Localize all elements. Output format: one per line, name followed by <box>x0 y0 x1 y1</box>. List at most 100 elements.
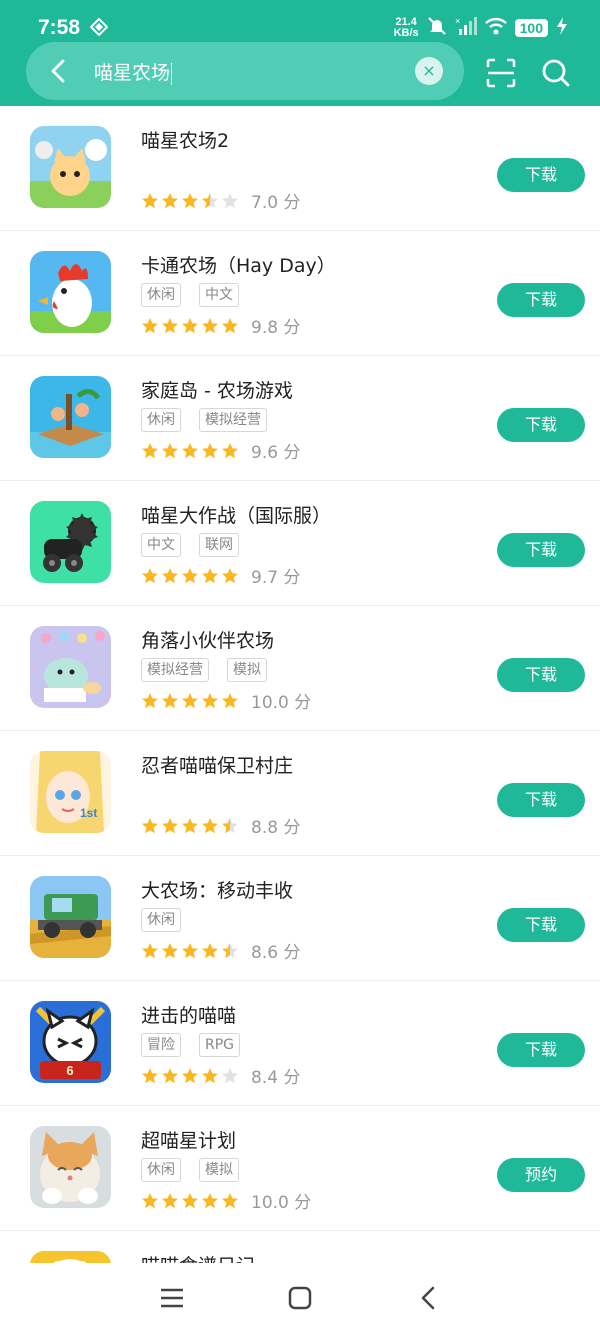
scan-icon[interactable] <box>485 57 517 89</box>
rating-score: 9.6 分 <box>251 443 301 463</box>
star-icon <box>202 192 218 208</box>
list-item[interactable]: 卡通农场（Hay Day） 休闲 中文 9.8 分 下载 <box>0 231 600 356</box>
tag-list: 模拟经营 模拟 <box>141 658 267 682</box>
app-title[interactable]: 家庭岛 - 农场游戏 <box>141 376 293 403</box>
star-icon <box>182 692 198 708</box>
app-title[interactable]: 角落小伙伴农场 <box>141 626 274 653</box>
search-icon[interactable] <box>540 57 572 89</box>
tag[interactable]: 模拟 <box>227 658 267 682</box>
notification-diamond-icon <box>89 17 109 40</box>
list-item[interactable]: 超喵星计划 休闲 模拟 10.0 分 预约 <box>0 1106 600 1231</box>
app-icon-sumikko-farm[interactable] <box>30 626 111 708</box>
square-home-icon[interactable] <box>285 1283 315 1313</box>
star-icon <box>182 1067 198 1083</box>
star-icon <box>182 317 198 333</box>
clear-search-button[interactable]: × <box>415 57 443 85</box>
star-icon <box>222 567 238 583</box>
list-item[interactable]: 6 进击的喵喵 冒险 RPG 8.4 分 下载 <box>0 981 600 1106</box>
list-item[interactable]: 角落小伙伴农场 模拟经营 模拟 10.0 分 下载 <box>0 606 600 731</box>
rating-stars: 8.6 分 <box>141 938 300 963</box>
tag[interactable]: 休闲 <box>141 408 181 432</box>
rating-score: 10.0 分 <box>251 1193 312 1213</box>
app-title[interactable]: 喵星大作战（国际服） <box>141 501 331 528</box>
list-item[interactable]: 喵星农场2 7.0 分 下载 <box>0 106 600 231</box>
svg-text:1st: 1st <box>80 806 97 820</box>
list-item[interactable]: 1st 忍者喵喵保卫村庄 8.8 分 下载 <box>0 731 600 856</box>
download-button[interactable]: 下载 <box>497 658 585 692</box>
star-icon <box>202 692 218 708</box>
tag-list: 中文 联网 <box>141 533 239 557</box>
download-button[interactable]: 下载 <box>497 283 585 317</box>
app-title[interactable]: 大农场：移动丰收 <box>141 876 293 903</box>
status-time: 7:58 <box>38 16 81 39</box>
search-bar[interactable]: 喵星农场 × <box>26 42 464 100</box>
star-icon <box>162 1192 178 1208</box>
list-item[interactable]: 喵喵食谱日记 <box>0 1231 600 1263</box>
star-icon <box>202 942 218 958</box>
search-results-list[interactable]: 喵星农场2 7.0 分 下载 卡通农场（Hay Day） 休闲 中文 9.8 分… <box>0 106 600 1263</box>
star-icon <box>202 817 218 833</box>
triangle-back-icon[interactable] <box>414 1283 444 1313</box>
tag[interactable]: 模拟 <box>199 1158 239 1182</box>
app-icon-family-island[interactable] <box>30 376 111 458</box>
list-item[interactable]: 大农场：移动丰收 休闲 8.6 分 下载 <box>0 856 600 981</box>
app-title[interactable]: 喵星农场2 <box>141 126 229 153</box>
rating-score: 9.7 分 <box>251 568 301 588</box>
signal-icon: × <box>455 16 477 40</box>
download-button[interactable]: 下载 <box>497 533 585 567</box>
download-button[interactable]: 下载 <box>497 1033 585 1067</box>
star-icon <box>142 1067 158 1083</box>
star-icon <box>222 1067 238 1083</box>
rating-score: 8.6 分 <box>251 943 301 963</box>
tag[interactable]: 休闲 <box>141 908 181 932</box>
reserve-button[interactable]: 预约 <box>497 1158 585 1192</box>
tag[interactable]: 模拟经营 <box>199 408 267 432</box>
download-button[interactable]: 下载 <box>497 408 585 442</box>
star-icon <box>182 442 198 458</box>
tag[interactable]: 模拟经营 <box>141 658 209 682</box>
rating-score: 7.0 分 <box>251 193 301 213</box>
app-icon-super-cat-plan[interactable] <box>30 1126 111 1208</box>
app-icon-big-farm[interactable] <box>30 876 111 958</box>
tag-list: 休闲 中文 <box>141 283 239 307</box>
system-navigation-bar <box>0 1263 600 1333</box>
search-input[interactable]: 喵星农场 <box>94 58 173 85</box>
app-icon-hay-day[interactable] <box>30 251 111 333</box>
star-icon <box>162 817 178 833</box>
app-icon-battle-cats-anniversary[interactable]: 6 <box>30 1001 111 1083</box>
tag[interactable]: 中文 <box>141 533 181 557</box>
download-button[interactable]: 下载 <box>497 158 585 192</box>
download-button[interactable]: 下载 <box>497 783 585 817</box>
tag-list: 休闲 模拟经营 <box>141 408 267 432</box>
chevron-left-icon[interactable] <box>44 56 74 86</box>
tag[interactable]: 联网 <box>199 533 239 557</box>
tag[interactable]: 中文 <box>199 283 239 307</box>
tag[interactable]: RPG <box>199 1033 241 1057</box>
app-title[interactable]: 卡通农场（Hay Day） <box>141 251 336 278</box>
app-title[interactable]: 喵喵食谱日记 <box>141 1251 255 1263</box>
star-icon <box>182 567 198 583</box>
rating-stars: 8.4 分 <box>141 1063 300 1088</box>
svg-text:6: 6 <box>66 1063 73 1078</box>
rating-stars: 8.8 分 <box>141 813 300 838</box>
menu-icon[interactable] <box>157 1283 187 1313</box>
star-icon <box>182 1192 198 1208</box>
app-icon-ninja-cats[interactable]: 1st <box>30 751 111 833</box>
app-title[interactable]: 进击的喵喵 <box>141 1001 236 1028</box>
list-item[interactable]: 喵星大作战（国际服） 中文 联网 9.7 分 下载 <box>0 481 600 606</box>
tag[interactable]: 休闲 <box>141 283 181 307</box>
app-icon-cat-farm[interactable] <box>30 126 111 208</box>
app-icon-battle-cats[interactable] <box>30 501 111 583</box>
app-title[interactable]: 超喵星计划 <box>141 1126 236 1153</box>
tag[interactable]: 冒险 <box>141 1033 181 1057</box>
status-icons: 21.4 KB/s × 100 <box>394 14 568 42</box>
app-title[interactable]: 忍者喵喵保卫村庄 <box>141 751 293 778</box>
star-icon <box>142 942 158 958</box>
app-icon-cat-recipe-diary[interactable] <box>30 1251 111 1263</box>
tag[interactable]: 休闲 <box>141 1158 181 1182</box>
charging-icon <box>556 17 568 39</box>
rating-stars: 7.0 分 <box>141 188 300 213</box>
star-icon <box>202 567 218 583</box>
list-item[interactable]: 家庭岛 - 农场游戏 休闲 模拟经营 9.6 分 下载 <box>0 356 600 481</box>
download-button[interactable]: 下载 <box>497 908 585 942</box>
